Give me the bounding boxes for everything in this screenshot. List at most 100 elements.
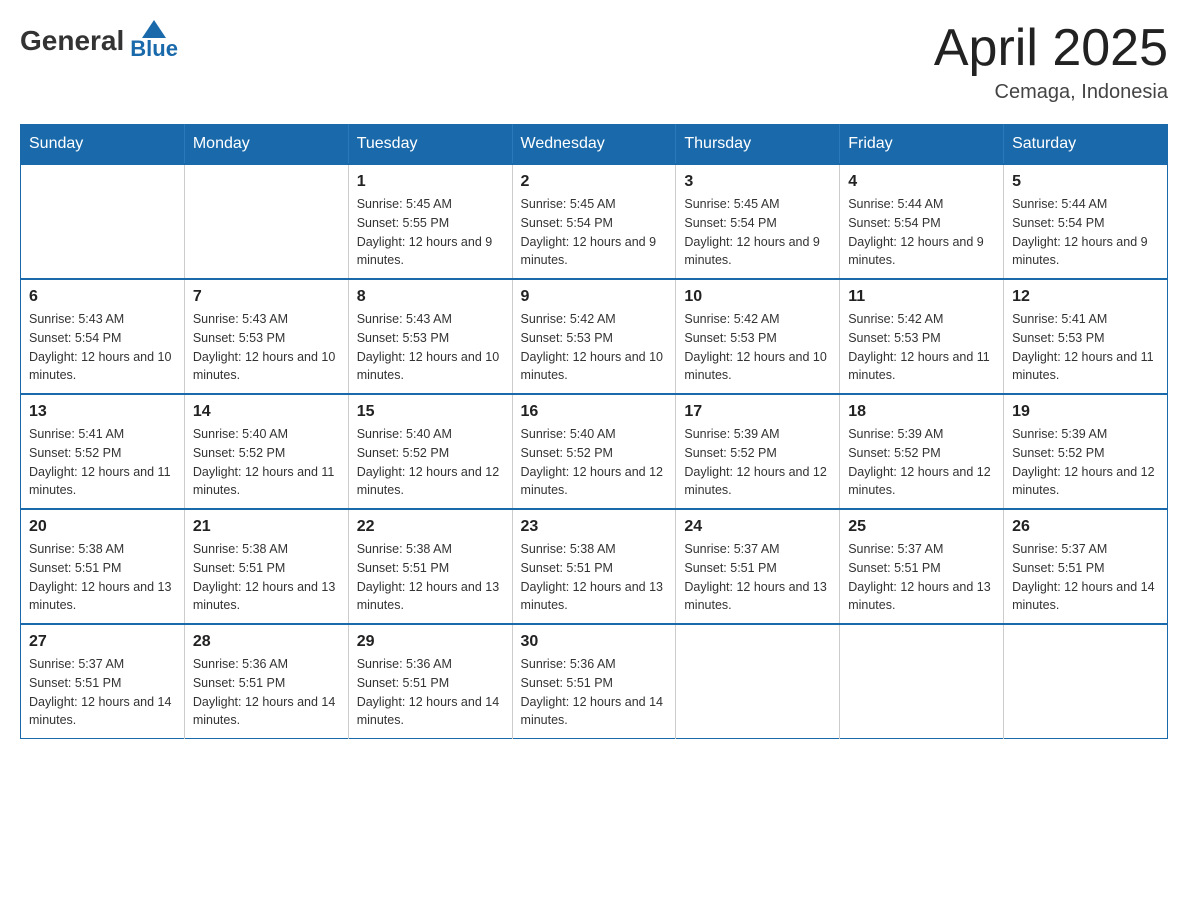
- calendar-cell: 29 Sunrise: 5:36 AMSunset: 5:51 PMDayligh…: [348, 624, 512, 739]
- weekday-header-friday: Friday: [840, 125, 1004, 165]
- day-number: 3: [684, 173, 831, 191]
- day-info: Sunrise: 5:42 AMSunset: 5:53 PMDaylight:…: [521, 310, 668, 385]
- page-header: General Blue April 2025 Cemaga, Indonesi…: [20, 20, 1168, 104]
- weekday-header-sunday: Sunday: [21, 125, 185, 165]
- day-number: 29: [357, 633, 504, 651]
- calendar-cell: 14Sunrise: 5:40 AMSunset: 5:52 PMDayligh…: [184, 394, 348, 509]
- calendar-cell: 17 Sunrise: 5:39 AMSunset: 5:52 PMDayligh…: [676, 394, 840, 509]
- calendar-cell: 28 Sunrise: 5:36 AMSunset: 5:51 PMDayligh…: [184, 624, 348, 739]
- calendar-cell: 3 Sunrise: 5:45 AMSunset: 5:54 PMDaylight…: [676, 164, 840, 279]
- day-number: 11: [848, 288, 995, 306]
- calendar-cell: 16Sunrise: 5:40 AMSunset: 5:52 PMDayligh…: [512, 394, 676, 509]
- day-info: Sunrise: 5:37 AMSunset: 5:51 PMDaylight:…: [848, 540, 995, 615]
- calendar-week-row: 6 Sunrise: 5:43 AMSunset: 5:54 PMDaylight…: [21, 279, 1168, 394]
- day-info: Sunrise: 5:40 AMSunset: 5:52 PMDaylight:…: [193, 425, 340, 500]
- calendar-table: SundayMondayTuesdayWednesdayThursdayFrid…: [20, 124, 1168, 739]
- day-number: 10: [684, 288, 831, 306]
- calendar-cell: 4 Sunrise: 5:44 AMSunset: 5:54 PMDaylight…: [840, 164, 1004, 279]
- calendar-cell: [1004, 624, 1168, 739]
- day-info: Sunrise: 5:39 AMSunset: 5:52 PMDaylight:…: [684, 425, 831, 500]
- calendar-cell: 26 Sunrise: 5:37 AMSunset: 5:51 PMDayligh…: [1004, 509, 1168, 624]
- calendar-week-row: 1 Sunrise: 5:45 AMSunset: 5:55 PMDaylight…: [21, 164, 1168, 279]
- day-number: 27: [29, 633, 176, 651]
- day-number: 21: [193, 518, 340, 536]
- calendar-cell: 9 Sunrise: 5:42 AMSunset: 5:53 PMDaylight…: [512, 279, 676, 394]
- day-info: Sunrise: 5:45 AMSunset: 5:55 PMDaylight:…: [357, 195, 504, 270]
- day-info: Sunrise: 5:43 AMSunset: 5:53 PMDaylight:…: [357, 310, 504, 385]
- calendar-header: SundayMondayTuesdayWednesdayThursdayFrid…: [21, 125, 1168, 165]
- weekday-header-thursday: Thursday: [676, 125, 840, 165]
- calendar-cell: 7 Sunrise: 5:43 AMSunset: 5:53 PMDaylight…: [184, 279, 348, 394]
- calendar-cell: 21Sunrise: 5:38 AMSunset: 5:51 PMDayligh…: [184, 509, 348, 624]
- logo-icon: Blue: [130, 20, 178, 62]
- calendar-cell: 27 Sunrise: 5:37 AMSunset: 5:51 PMDayligh…: [21, 624, 185, 739]
- logo: General Blue: [20, 20, 178, 62]
- day-info: Sunrise: 5:36 AMSunset: 5:51 PMDaylight:…: [357, 655, 504, 730]
- day-info: Sunrise: 5:38 AMSunset: 5:51 PMDaylight:…: [29, 540, 176, 615]
- calendar-cell: [676, 624, 840, 739]
- day-number: 1: [357, 173, 504, 191]
- calendar-cell: 2 Sunrise: 5:45 AMSunset: 5:54 PMDaylight…: [512, 164, 676, 279]
- day-number: 5: [1012, 173, 1159, 191]
- weekday-header-saturday: Saturday: [1004, 125, 1168, 165]
- day-number: 19: [1012, 403, 1159, 421]
- day-number: 12: [1012, 288, 1159, 306]
- weekday-header-tuesday: Tuesday: [348, 125, 512, 165]
- calendar-cell: 24Sunrise: 5:37 AMSunset: 5:51 PMDayligh…: [676, 509, 840, 624]
- day-number: 23: [521, 518, 668, 536]
- day-info: Sunrise: 5:45 AMSunset: 5:54 PMDaylight:…: [521, 195, 668, 270]
- day-number: 18: [848, 403, 995, 421]
- day-number: 20: [29, 518, 176, 536]
- calendar-cell: 10 Sunrise: 5:42 AMSunset: 5:53 PMDayligh…: [676, 279, 840, 394]
- day-number: 9: [521, 288, 668, 306]
- day-info: Sunrise: 5:42 AMSunset: 5:53 PMDaylight:…: [848, 310, 995, 385]
- calendar-cell: 20 Sunrise: 5:38 AMSunset: 5:51 PMDayligh…: [21, 509, 185, 624]
- weekday-header-row: SundayMondayTuesdayWednesdayThursdayFrid…: [21, 125, 1168, 165]
- day-info: Sunrise: 5:38 AMSunset: 5:51 PMDaylight:…: [357, 540, 504, 615]
- day-info: Sunrise: 5:44 AMSunset: 5:54 PMDaylight:…: [848, 195, 995, 270]
- day-number: 15: [357, 403, 504, 421]
- calendar-cell: 8 Sunrise: 5:43 AMSunset: 5:53 PMDaylight…: [348, 279, 512, 394]
- day-number: 17: [684, 403, 831, 421]
- day-info: Sunrise: 5:41 AMSunset: 5:53 PMDaylight:…: [1012, 310, 1159, 385]
- weekday-header-monday: Monday: [184, 125, 348, 165]
- day-info: Sunrise: 5:42 AMSunset: 5:53 PMDaylight:…: [684, 310, 831, 385]
- calendar-cell: 18Sunrise: 5:39 AMSunset: 5:52 PMDayligh…: [840, 394, 1004, 509]
- day-info: Sunrise: 5:36 AMSunset: 5:51 PMDaylight:…: [193, 655, 340, 730]
- day-number: 26: [1012, 518, 1159, 536]
- calendar-cell: 23Sunrise: 5:38 AMSunset: 5:51 PMDayligh…: [512, 509, 676, 624]
- location-subtitle: Cemaga, Indonesia: [934, 81, 1168, 104]
- calendar-cell: 13Sunrise: 5:41 AMSunset: 5:52 PMDayligh…: [21, 394, 185, 509]
- day-number: 13: [29, 403, 176, 421]
- day-info: Sunrise: 5:36 AMSunset: 5:51 PMDaylight:…: [521, 655, 668, 730]
- day-info: Sunrise: 5:37 AMSunset: 5:51 PMDaylight:…: [29, 655, 176, 730]
- calendar-week-row: 27 Sunrise: 5:37 AMSunset: 5:51 PMDayligh…: [21, 624, 1168, 739]
- calendar-cell: 12 Sunrise: 5:41 AMSunset: 5:53 PMDayligh…: [1004, 279, 1168, 394]
- day-info: Sunrise: 5:44 AMSunset: 5:54 PMDaylight:…: [1012, 195, 1159, 270]
- day-number: 8: [357, 288, 504, 306]
- day-info: Sunrise: 5:43 AMSunset: 5:53 PMDaylight:…: [193, 310, 340, 385]
- day-info: Sunrise: 5:43 AMSunset: 5:54 PMDaylight:…: [29, 310, 176, 385]
- month-year-title: April 2025: [934, 20, 1168, 77]
- day-number: 6: [29, 288, 176, 306]
- calendar-cell: 6 Sunrise: 5:43 AMSunset: 5:54 PMDaylight…: [21, 279, 185, 394]
- day-number: 28: [193, 633, 340, 651]
- logo-general-text: General: [20, 25, 124, 57]
- title-section: April 2025 Cemaga, Indonesia: [934, 20, 1168, 104]
- day-info: Sunrise: 5:45 AMSunset: 5:54 PMDaylight:…: [684, 195, 831, 270]
- day-number: 25: [848, 518, 995, 536]
- day-number: 4: [848, 173, 995, 191]
- day-info: Sunrise: 5:37 AMSunset: 5:51 PMDaylight:…: [1012, 540, 1159, 615]
- calendar-week-row: 20 Sunrise: 5:38 AMSunset: 5:51 PMDayligh…: [21, 509, 1168, 624]
- day-number: 2: [521, 173, 668, 191]
- day-number: 7: [193, 288, 340, 306]
- weekday-header-wednesday: Wednesday: [512, 125, 676, 165]
- calendar-cell: 22Sunrise: 5:38 AMSunset: 5:51 PMDayligh…: [348, 509, 512, 624]
- calendar-cell: 5 Sunrise: 5:44 AMSunset: 5:54 PMDaylight…: [1004, 164, 1168, 279]
- calendar-body: 1 Sunrise: 5:45 AMSunset: 5:55 PMDaylight…: [21, 164, 1168, 739]
- calendar-cell: [21, 164, 185, 279]
- day-number: 24: [684, 518, 831, 536]
- day-info: Sunrise: 5:40 AMSunset: 5:52 PMDaylight:…: [357, 425, 504, 500]
- calendar-cell: [840, 624, 1004, 739]
- calendar-week-row: 13Sunrise: 5:41 AMSunset: 5:52 PMDayligh…: [21, 394, 1168, 509]
